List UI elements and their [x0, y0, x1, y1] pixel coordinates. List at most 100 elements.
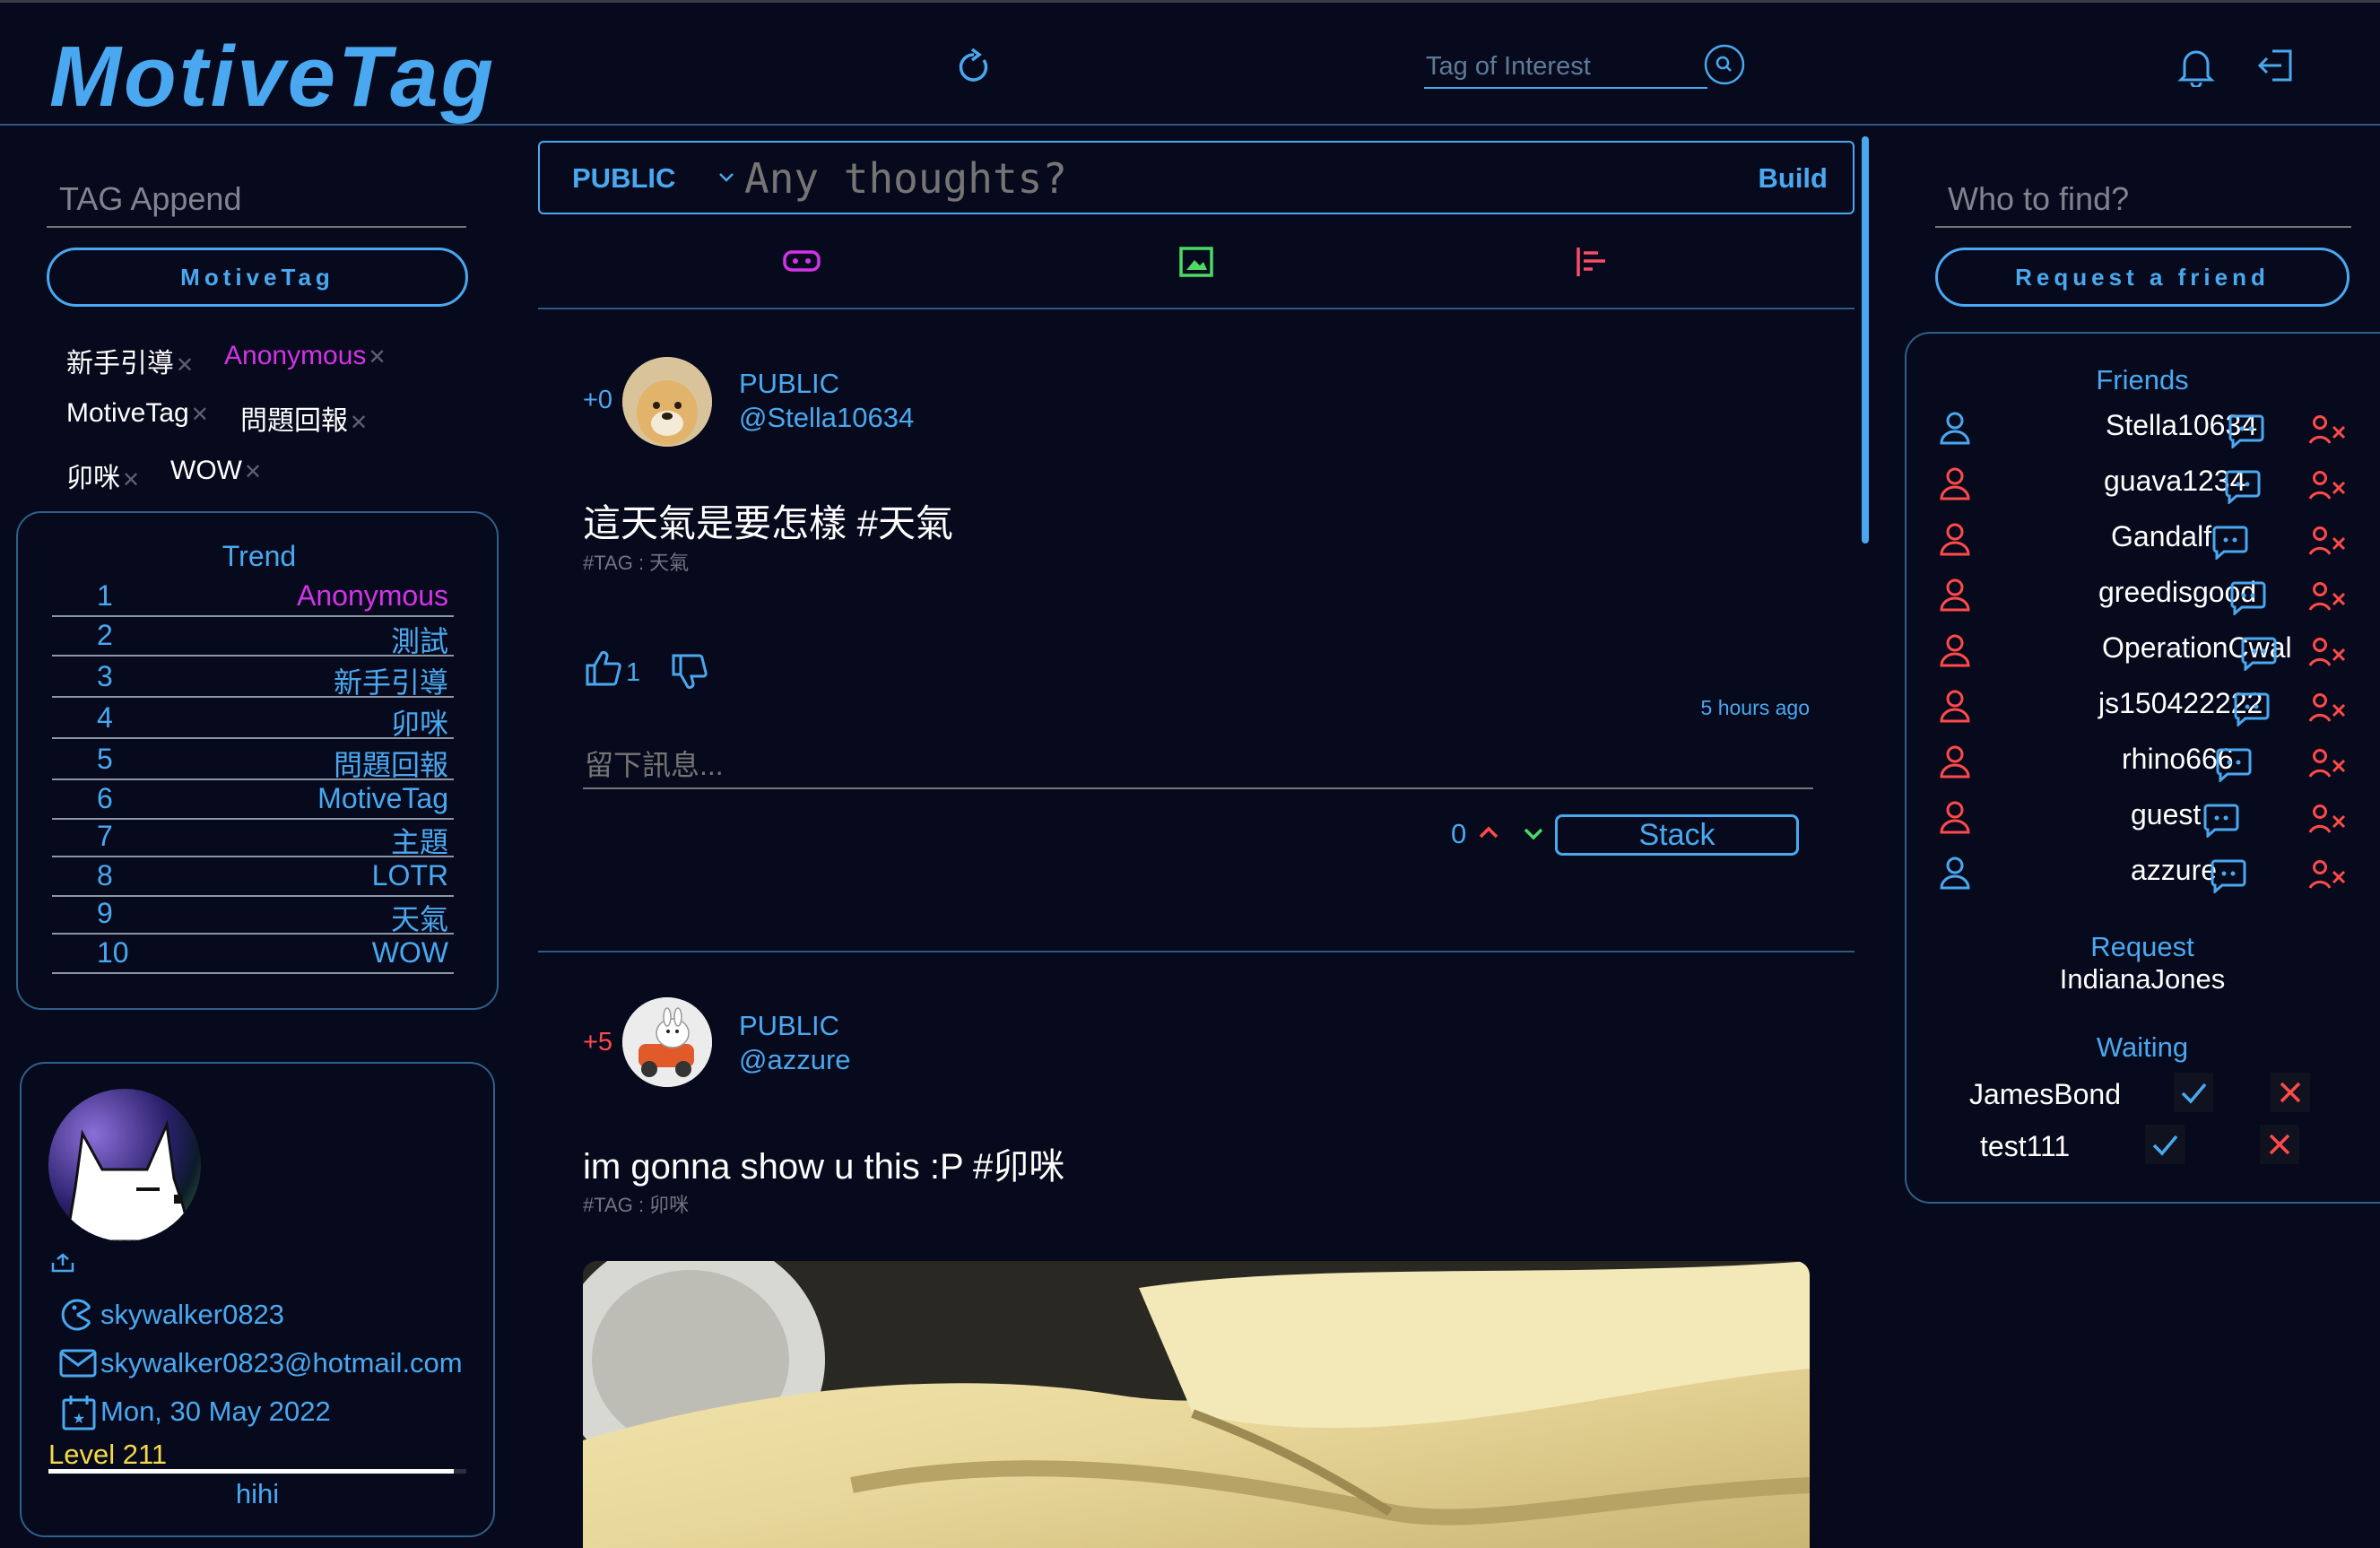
trend-row[interactable]: 9 天氣 [52, 893, 454, 935]
reject-icon[interactable] [2271, 1073, 2310, 1112]
post-tag-line: #TAG : 天氣 [583, 552, 690, 574]
tag-search-input[interactable] [1424, 46, 1707, 89]
trend-row[interactable]: 8 LOTR [52, 856, 454, 897]
dislike-icon[interactable] [671, 653, 708, 691]
upvote-icon[interactable] [1478, 825, 1499, 839]
logout-icon[interactable] [2256, 46, 2296, 85]
trend-row[interactable]: 7 主題 [52, 816, 454, 858]
friends-title: Friends [2096, 364, 2189, 396]
avatar[interactable] [622, 357, 712, 447]
motivetag-button[interactable]: MotiveTag [47, 248, 468, 307]
remove-friend-icon[interactable] [2308, 692, 2348, 723]
friend-name[interactable]: azzure [2131, 854, 2217, 887]
post-handle[interactable]: @azzure [739, 1044, 851, 1076]
stack-button[interactable]: Stack [1555, 814, 1799, 856]
post-tag-line: #TAG : 卯咪 [583, 1194, 690, 1216]
post-composer: PUBLIC Build [538, 141, 1854, 214]
trend-row[interactable]: 3 新手引導 [52, 657, 454, 699]
chat-icon[interactable] [2240, 635, 2278, 671]
poll-icon[interactable] [1575, 246, 1611, 278]
remove-icon[interactable]: ✕ [368, 345, 386, 370]
remove-icon[interactable]: ✕ [350, 411, 368, 435]
trend-row[interactable]: 4 卯咪 [52, 698, 454, 740]
remove-friend-icon[interactable] [2308, 804, 2348, 834]
waiting-name: JamesBond [1969, 1078, 2121, 1110]
reject-icon[interactable] [2260, 1125, 2299, 1164]
feed-scrollbar[interactable] [1862, 136, 1869, 544]
remove-friend-icon[interactable] [2308, 581, 2348, 612]
person-icon [1939, 522, 1971, 556]
thought-input[interactable] [743, 152, 1553, 205]
composer-divider [538, 308, 1854, 309]
chevron-down-icon[interactable] [717, 171, 735, 184]
remove-icon[interactable]: ✕ [191, 403, 209, 427]
waiting-name: test111 [1980, 1130, 2071, 1162]
remove-friend-icon[interactable] [2308, 748, 2348, 778]
trend-row[interactable]: 5 問題回報 [52, 739, 454, 781]
svg-text:★: ★ [73, 1410, 85, 1427]
person-icon [1939, 633, 1971, 667]
vr-icon[interactable] [782, 248, 821, 274]
chat-icon[interactable] [2228, 413, 2265, 448]
chat-icon[interactable] [2229, 579, 2267, 615]
image-icon[interactable] [1178, 246, 1214, 278]
tag-chip[interactable]: 問題回報✕ [240, 398, 368, 438]
like-icon[interactable] [585, 649, 622, 687]
person-icon [1939, 856, 1971, 890]
logo[interactable]: MotiveTag [49, 28, 496, 126]
post-text: im gonna show u this :P #卯咪 [583, 1147, 1065, 1187]
post-divider [538, 951, 1854, 952]
comment-input[interactable] [583, 743, 1813, 789]
avatar[interactable] [48, 1089, 201, 1241]
request-name[interactable]: IndianaJones [1905, 963, 2380, 996]
chat-icon[interactable] [2211, 524, 2249, 560]
remove-friend-icon[interactable] [2308, 637, 2348, 667]
post-score: +5 [583, 1028, 613, 1057]
tag-chip[interactable]: Anonymous✕ [224, 341, 387, 371]
trend-row[interactable]: 2 測試 [52, 615, 454, 657]
chat-icon[interactable] [2224, 468, 2262, 504]
person-icon [1939, 466, 1971, 500]
trend-row[interactable]: 1 Anonymous [52, 576, 454, 617]
chat-icon[interactable] [2233, 691, 2271, 726]
friend-search-input[interactable] [1935, 172, 2351, 228]
search-icon[interactable] [1704, 44, 1745, 85]
tag-append-input[interactable] [47, 172, 466, 228]
avatar[interactable] [622, 997, 712, 1087]
accept-icon[interactable] [2174, 1073, 2213, 1112]
remove-friend-icon[interactable] [2308, 414, 2348, 445]
visibility-select[interactable]: PUBLIC [572, 162, 675, 195]
trend-row[interactable]: 6 MotiveTag [52, 778, 454, 820]
remove-friend-icon[interactable] [2308, 526, 2348, 556]
profile-email: skywalker0823@hotmail.com [100, 1347, 463, 1378]
bell-icon[interactable] [2177, 46, 2215, 87]
request-friend-button[interactable]: Request a friend [1935, 248, 2350, 307]
trend-row[interactable]: 10 WOW [52, 933, 454, 974]
tag-chip[interactable]: 卯咪✕ [66, 456, 140, 495]
post-visibility: PUBLIC [739, 1010, 839, 1041]
tag-chip[interactable]: MotiveTag✕ [66, 398, 209, 429]
remove-icon[interactable]: ✕ [176, 353, 194, 378]
upload-icon[interactable] [50, 1252, 75, 1274]
remove-friend-icon[interactable] [2308, 859, 2348, 890]
friend-name[interactable]: Gandalf [2111, 520, 2211, 553]
chat-icon[interactable] [2202, 802, 2240, 838]
friend-name[interactable]: guest [2131, 798, 2201, 831]
chat-icon[interactable] [2215, 746, 2253, 782]
remove-icon[interactable]: ✕ [122, 468, 140, 492]
request-title: Request [2090, 931, 2194, 962]
refresh-icon[interactable] [956, 48, 992, 87]
tag-chip[interactable]: WOW✕ [170, 456, 262, 486]
profile-username: skywalker0823 [100, 1299, 285, 1330]
build-button[interactable]: Build [1759, 162, 1828, 195]
accept-icon[interactable] [2145, 1125, 2185, 1164]
person-icon [1939, 578, 1971, 612]
post-image[interactable] [583, 1261, 1810, 1548]
chat-icon[interactable] [2210, 857, 2247, 893]
tag-chip[interactable]: 新手引導✕ [66, 341, 194, 380]
post-handle[interactable]: @Stella10634 [739, 402, 914, 434]
remove-friend-icon[interactable] [2308, 470, 2348, 500]
remove-icon[interactable]: ✕ [244, 460, 262, 484]
post-time: 5 hours ago [1700, 696, 1810, 719]
downvote-icon[interactable] [1523, 827, 1544, 841]
